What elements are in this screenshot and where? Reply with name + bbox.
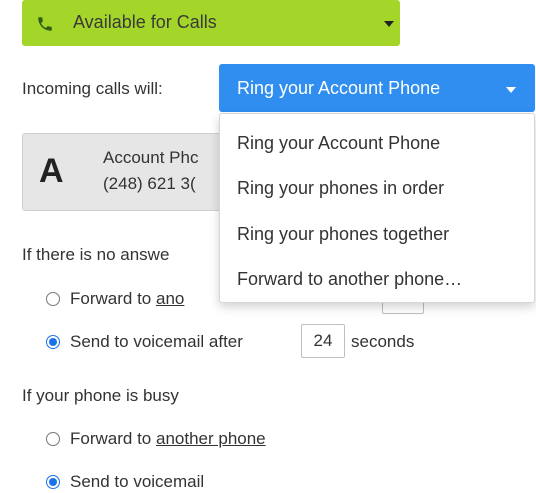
voicemail-seconds-input[interactable]: 24 xyxy=(301,324,345,358)
account-phone-number: (248) 621 3( xyxy=(103,174,196,193)
busy-forward-label: Forward to xyxy=(70,429,156,448)
menu-item-forward-another[interactable]: Forward to another phone… xyxy=(237,269,462,290)
no-answer-forward-label: Forward to xyxy=(70,289,156,308)
menu-item-ring-together[interactable]: Ring your phones together xyxy=(237,224,449,245)
no-answer-voicemail-radio[interactable] xyxy=(46,335,60,349)
no-answer-forward-link[interactable]: ano xyxy=(156,289,184,308)
no-answer-forward-radio[interactable] xyxy=(46,292,60,306)
no-answer-label: If there is no answe xyxy=(22,245,170,264)
busy-forward-link[interactable]: another phone xyxy=(156,429,266,448)
chevron-down-icon xyxy=(506,87,516,93)
no-answer-voicemail-label: Send to voicemail after xyxy=(70,332,243,351)
chevron-down-icon xyxy=(384,21,394,27)
menu-item-ring-in-order[interactable]: Ring your phones in order xyxy=(237,178,444,199)
busy-voicemail-option[interactable]: Send to voicemail xyxy=(46,472,306,493)
ring-mode-dropdown[interactable]: Ring your Account Phone xyxy=(219,64,535,112)
account-phone-name: Account Phc xyxy=(103,148,199,167)
menu-item-ring-account-phone[interactable]: Ring your Account Phone xyxy=(237,133,440,154)
availability-label: Available for Calls xyxy=(73,12,217,32)
busy-label: If your phone is busy xyxy=(22,386,179,405)
account-phone-avatar: A xyxy=(39,152,64,190)
ring-mode-selected: Ring your Account Phone xyxy=(237,78,441,98)
busy-forward-radio[interactable] xyxy=(46,432,60,446)
busy-forward-option[interactable]: Forward to another phone xyxy=(46,429,366,453)
phone-icon xyxy=(38,17,52,31)
busy-voicemail-label: Send to voicemail xyxy=(70,472,205,491)
incoming-calls-label: Incoming calls will: xyxy=(22,79,163,98)
availability-dropdown[interactable]: Available for Calls xyxy=(22,0,400,46)
ring-mode-menu: Ring your Account Phone Ring your phones… xyxy=(219,113,535,303)
busy-voicemail-radio[interactable] xyxy=(46,475,60,489)
seconds-label: seconds xyxy=(351,332,415,351)
